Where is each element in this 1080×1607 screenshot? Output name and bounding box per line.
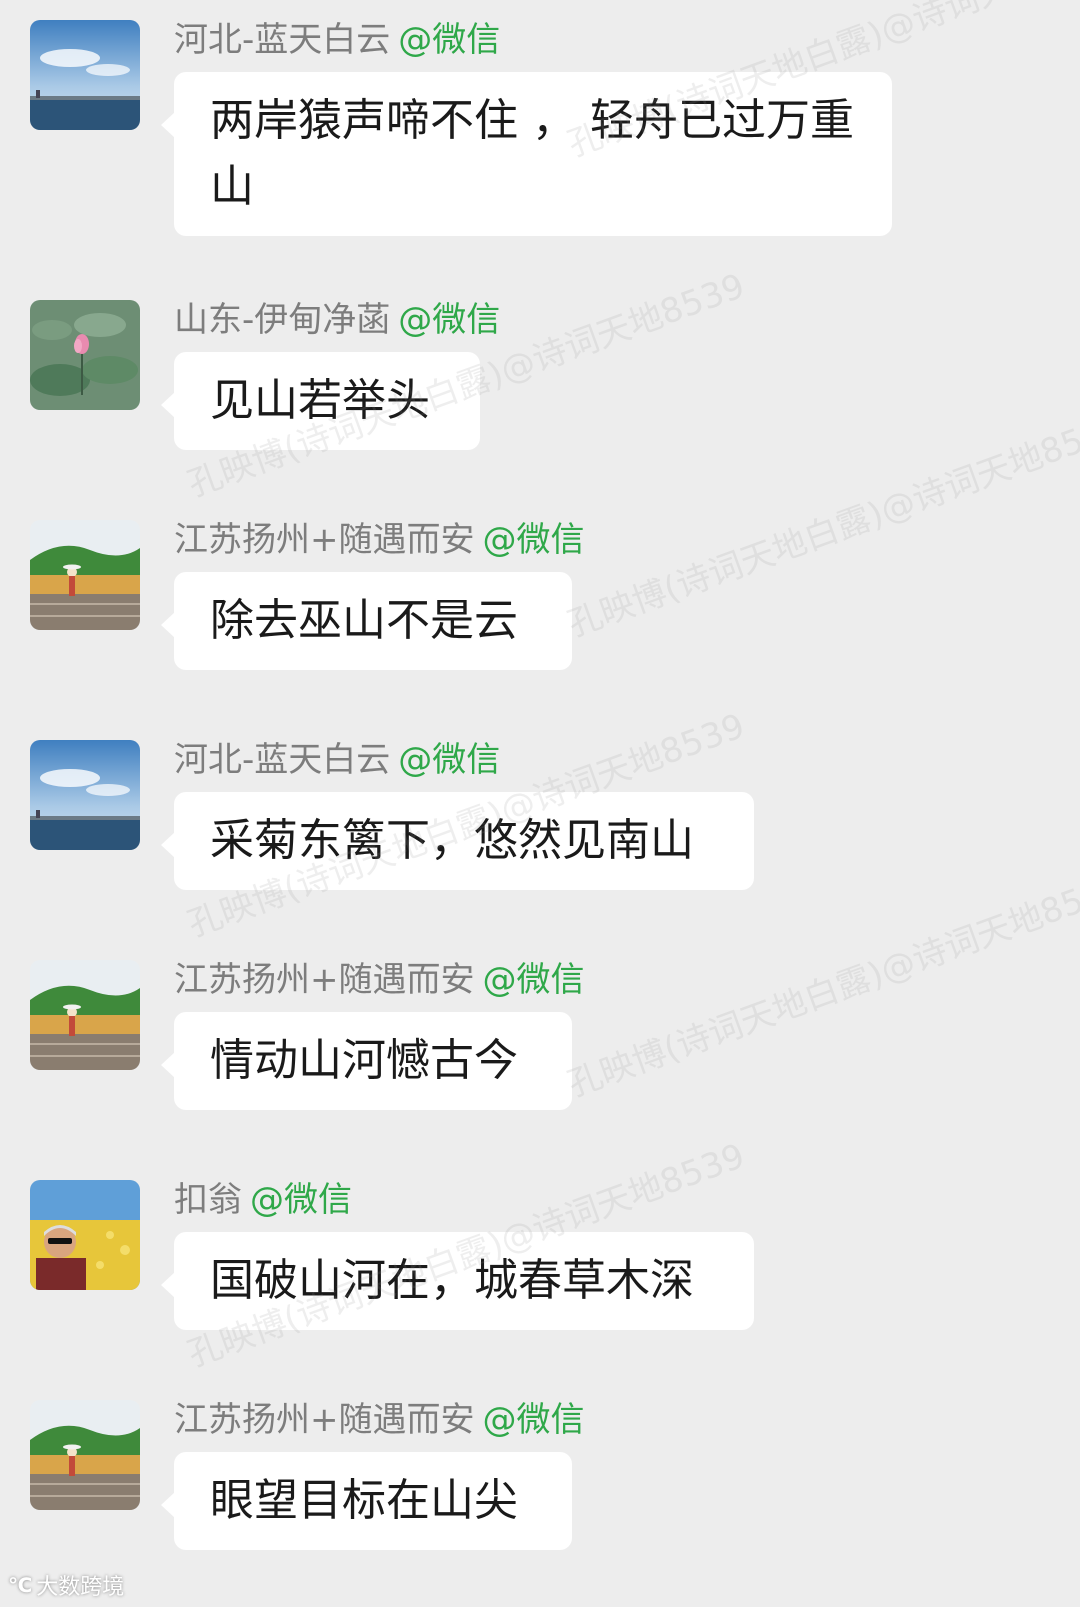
wechat-tag: @微信 [250,1180,352,1220]
message-item: 山东-伊甸净菡 @微信 见山若举头 [0,280,1080,480]
sender-name: 江苏扬州+随遇而安 @微信 [174,1400,585,1440]
logo-text: 大数跨境 [36,1575,125,1600]
sender-name: 河北-蓝天白云 @微信 [174,740,501,780]
message-item: 河北-蓝天白云 @微信 采菊东篱下，悠然见南山 [0,720,1080,920]
message-bubble[interactable]: 除去巫山不是云 [161,572,572,670]
sender-name: 山东-伊甸净菡 @微信 [174,300,501,340]
sender-name: 河北-蓝天白云 @微信 [174,20,501,60]
message-bubble[interactable]: 眼望目标在山尖 [161,1452,572,1550]
message-bubble[interactable]: 国破山河在，城春草木深 [161,1232,754,1330]
mountain-boardwalk-avatar-icon [30,960,140,1070]
avatar[interactable] [30,1400,140,1510]
lotus-avatar-icon [30,300,140,410]
wechat-tag: @微信 [398,20,501,60]
avatar[interactable] [30,740,140,850]
avatar[interactable] [30,1180,140,1290]
wechat-tag: @微信 [398,740,501,780]
logo-icon: ℃ [8,1573,33,1597]
message-bubble[interactable]: 两岸猿声啼不住 ， 轻舟已过万重山 [161,72,892,236]
message-bubble[interactable]: 见山若举头 [161,352,480,450]
mountain-boardwalk-avatar-icon [30,1400,140,1510]
avatar[interactable] [30,520,140,630]
avatar[interactable] [30,20,140,130]
chat-message-list[interactable]: 河北-蓝天白云 @微信 两岸猿声啼不住 ， 轻舟已过万重山 山东-伊甸净菡 @微信 … [0,0,1080,1607]
sender-name: 扣翁 @微信 [174,1180,352,1220]
wechat-tag: @微信 [482,960,585,1000]
avatar[interactable] [30,960,140,1070]
corner-logo: ℃ 大数跨境 [8,1569,124,1601]
message-item: 江苏扬州+随遇而安 @微信 眼望目标在山尖 [0,1380,1080,1580]
sea-sky-avatar-icon [30,740,140,850]
wechat-tag: @微信 [482,520,585,560]
sender-name: 江苏扬州+随遇而安 @微信 [174,520,585,560]
sender-name: 江苏扬州+随遇而安 @微信 [174,960,585,1000]
wechat-tag: @微信 [482,1400,585,1440]
message-bubble[interactable]: 情动山河憾古今 [161,1012,572,1110]
wechat-tag: @微信 [398,300,501,340]
message-item: 扣翁 @微信 国破山河在，城春草木深 [0,1160,1080,1360]
avatar[interactable] [30,300,140,410]
message-item: 河北-蓝天白云 @微信 两岸猿声啼不住 ， 轻舟已过万重山 [0,0,1080,250]
sea-sky-avatar-icon [30,20,140,130]
man-flowers-avatar-icon [30,1180,140,1290]
mountain-boardwalk-avatar-icon [30,520,140,630]
message-item: 江苏扬州+随遇而安 @微信 情动山河憾古今 [0,940,1080,1140]
message-bubble[interactable]: 采菊东篱下，悠然见南山 [161,792,754,890]
message-item: 江苏扬州+随遇而安 @微信 除去巫山不是云 [0,500,1080,700]
